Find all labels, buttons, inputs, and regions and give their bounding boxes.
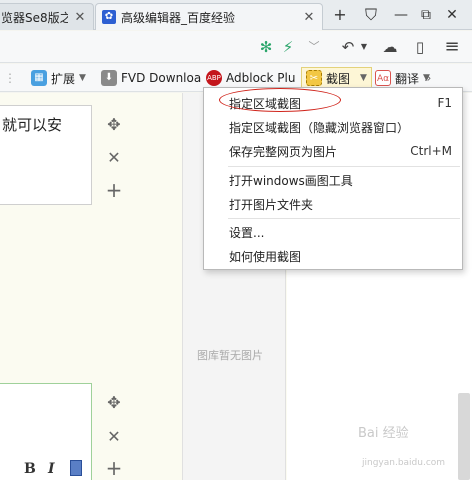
tab-title: 览器Se8版之 <box>1 10 68 25</box>
extbar-handle: ⋮ <box>4 71 16 85</box>
menu-divider <box>228 218 460 219</box>
screenshot-label: 截图 <box>326 71 351 86</box>
download-icon: ⬇ <box>101 70 117 86</box>
translate-button[interactable]: Aα 翻译 ▼ <box>375 68 430 88</box>
tab-previous[interactable]: 览器Se8版之 ✕ <box>0 3 94 30</box>
add-icon[interactable]: + <box>104 180 124 200</box>
new-tab-button[interactable]: + <box>328 4 352 26</box>
restore-icon[interactable]: ⧉ <box>414 4 438 26</box>
menu-item-save-full-page[interactable]: 保存完整网页为图片 Ctrl+M <box>204 140 462 162</box>
tab-active[interactable]: ✿ 高级编辑器_百度经验 ✕ <box>95 3 323 30</box>
cloud-icon[interactable]: ☁ <box>380 37 400 57</box>
screenshot-button[interactable]: ✂ 截图 ▼ <box>301 67 372 89</box>
italic-button[interactable]: I <box>48 461 55 477</box>
move-icon[interactable]: ✥ <box>104 393 124 413</box>
extensions-icon: ▦ <box>31 70 47 86</box>
delete-icon[interactable]: ✕ <box>104 148 124 168</box>
chevron-down-icon: ▼ <box>79 73 86 83</box>
menu-divider <box>228 166 460 167</box>
menu-item-capture-region-hidden[interactable]: 指定区域截图（隐藏浏览器窗口） <box>204 116 462 138</box>
phone-icon[interactable]: ▯ <box>410 37 430 57</box>
baidu-favicon-icon: ✿ <box>102 10 116 24</box>
tab-bar: 览器Se8版之 ✕ ✿ 高级编辑器_百度经验 ✕ + ⛉ — ⧉ ✕ <box>0 0 472 30</box>
editor-block[interactable]: 就可以安 <box>0 105 92 205</box>
extensions-button[interactable]: ▦ 扩展 ▼ <box>31 68 86 88</box>
skin-icon[interactable]: ⛉ <box>359 4 383 26</box>
chevron-down-icon[interactable]: ﹀ <box>304 37 324 57</box>
adblock-label: Adblock Plu <box>226 71 296 85</box>
adblock-icon: ABP <box>206 70 222 86</box>
gallery-empty-text: 图库暂无图片 <box>197 349 263 362</box>
close-icon[interactable]: ✕ <box>302 10 316 25</box>
browser-toolbar: ✻ ⚡ ﹀ ↶ ▼ ☁ ▯ ≡ <box>0 31 472 63</box>
adblock-button[interactable]: ABP Adblock Plu <box>206 68 295 88</box>
translate-icon: Aα <box>375 70 391 86</box>
watermark-logo: Bai 经验 <box>358 426 409 441</box>
chevron-down-icon[interactable]: ▼ <box>360 73 367 83</box>
window-close-icon[interactable]: ✕ <box>440 4 464 26</box>
translate-label: 翻译 <box>395 71 420 86</box>
watermark-url: jingyan.baidu.com <box>362 458 446 468</box>
refresh-icon[interactable]: ✻ <box>256 37 276 57</box>
extensions-label: 扩展 <box>51 71 76 86</box>
close-icon[interactable]: ✕ <box>73 10 87 25</box>
scissors-icon: ✂ <box>306 70 322 86</box>
scrollbar[interactable] <box>458 393 470 480</box>
menu-item-settings[interactable]: 设置... <box>204 221 462 243</box>
add-icon[interactable]: + <box>104 458 124 478</box>
minimize-button[interactable]: — <box>389 4 413 26</box>
move-icon[interactable]: ✥ <box>104 115 124 135</box>
menu-icon[interactable]: ≡ <box>442 37 462 57</box>
chevron-down-icon[interactable]: ▼ <box>354 37 374 57</box>
menu-item-help[interactable]: 如何使用截图 <box>204 245 462 267</box>
screenshot-dropdown-menu: 指定区域截图 F1 指定区域截图（隐藏浏览器窗口） 保存完整网页为图片 Ctrl… <box>203 87 463 270</box>
fvd-downloader-button[interactable]: ⬇ FVD Downloa <box>101 68 201 88</box>
flash-icon[interactable]: ⚡ <box>278 37 298 57</box>
bold-button[interactable]: B <box>24 461 36 477</box>
menu-item-open-paint[interactable]: 打开windows画图工具 <box>204 169 462 191</box>
image-insert-icon[interactable] <box>70 460 82 476</box>
fvd-label: FVD Downloa <box>121 71 202 85</box>
editor-text: 就可以安 <box>2 116 63 134</box>
menu-item-open-folder[interactable]: 打开图片文件夹 <box>204 193 462 215</box>
tab-title: 高级编辑器_百度经验 <box>121 10 236 25</box>
more-extensions-button[interactable]: » <box>424 68 431 88</box>
highlight-annotation <box>219 88 341 112</box>
delete-icon[interactable]: ✕ <box>104 427 124 447</box>
